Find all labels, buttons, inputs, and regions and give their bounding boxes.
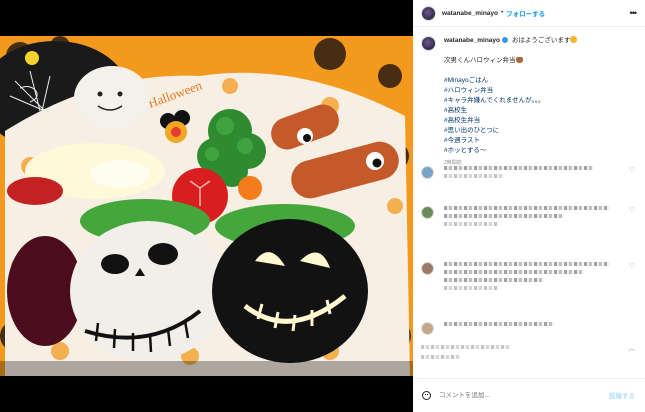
like-heart-icon[interactable]: ♡ [629, 262, 635, 270]
blurred-action-icons[interactable] [421, 345, 511, 349]
hashtag-link[interactable]: #Minayoごはん [444, 76, 634, 86]
chevron-up-icon[interactable]: ︿ [628, 343, 635, 353]
avatar[interactable] [421, 322, 434, 335]
emoji-picker-icon[interactable] [422, 390, 431, 400]
like-heart-icon[interactable]: ♡ [629, 166, 635, 174]
blurred-like-count [421, 355, 461, 359]
blurred-comment-text [444, 206, 609, 210]
avatar[interactable] [421, 36, 436, 51]
comment-item [421, 322, 639, 335]
follow-button[interactable]: フォローする [506, 8, 545, 18]
bento-image: Halloween [0, 36, 413, 376]
hashtag-link[interactable]: #高校生 [444, 106, 634, 116]
divider [413, 378, 645, 379]
hashtag-link[interactable]: #今週ラスト [444, 136, 634, 146]
blurred-comment-text [444, 322, 554, 326]
post-side-panel: watanabe_minayo • フォローする ••• watanabe_mi… [413, 0, 645, 412]
avatar[interactable] [421, 262, 434, 275]
hashtag-link[interactable]: #思い出のひとつに [444, 126, 634, 136]
comment-composer: 投稿する [413, 385, 645, 405]
ghost-rice [74, 66, 150, 130]
blurred-comment-text [444, 166, 594, 170]
more-options-icon[interactable]: ••• [630, 8, 638, 18]
hashtag-link[interactable]: #キャラ弁嫌んでくれませんが。。。 [444, 96, 634, 106]
caption-greeting: おはようございます [511, 37, 571, 44]
hashtag-link[interactable]: #ハロウィン弁当 [444, 86, 634, 96]
comment-input[interactable] [439, 391, 589, 399]
avatar[interactable] [421, 166, 434, 179]
caption-line: 次男くんハロウィン弁当 [444, 57, 516, 64]
caption-username[interactable]: watanabe_minayo [444, 37, 500, 44]
post-comment-button[interactable]: 投稿する [609, 390, 635, 400]
like-heart-icon[interactable]: ♡ [629, 206, 635, 214]
pot-emoji-icon [515, 57, 523, 63]
comment-item: ♡ [421, 206, 639, 230]
post-photo[interactable]: Halloween [0, 36, 413, 376]
hashtag-link[interactable]: #ホッとする〜 [444, 146, 634, 156]
comment-item: ♡ [421, 166, 639, 182]
blurred-comment-text [444, 270, 584, 274]
blurred-comment-meta [444, 222, 499, 226]
blurred-comment-text [444, 214, 564, 218]
blurred-comment-meta [444, 286, 499, 290]
blurred-comment-meta [444, 174, 504, 178]
avatar[interactable] [421, 5, 436, 21]
post-header: watanabe_minayo • フォローする ••• [413, 0, 645, 27]
smile-emoji-icon [570, 36, 578, 43]
comment-item: ♡ [421, 262, 639, 294]
blurred-comment-text [444, 262, 609, 266]
separator-dot: • [501, 10, 504, 16]
white-rice-ball [70, 221, 226, 361]
avatar[interactable] [421, 206, 434, 219]
action-row: ︿ [421, 345, 639, 363]
header-username[interactable]: watanabe_minayo [442, 10, 498, 17]
blurred-comment-text [444, 278, 544, 282]
hashtag-list: #Minayoごはん #ハロウィン弁当 #キャラ弁嫌んでくれませんが。。。 #高… [444, 76, 634, 156]
verified-badge-icon [502, 37, 508, 43]
yellow-flower [25, 51, 39, 65]
instagram-post-modal: Halloween watanabe_minayo • フォローする ••• w… [0, 0, 645, 412]
hashtag-link[interactable]: #高校生弁当 [444, 116, 634, 126]
post-caption: watanabe_minayo おはようございます 次男くんハロウィン弁当 #M… [421, 36, 639, 168]
nori-rice-ball [212, 219, 368, 363]
